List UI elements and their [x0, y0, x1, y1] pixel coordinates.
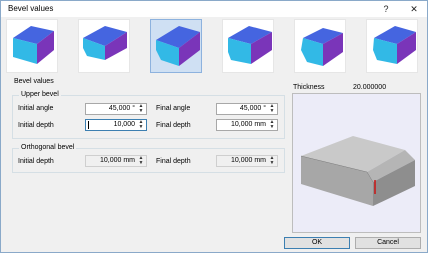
final-depth-spinbox[interactable]: 10,000 mm ▲ ▼ — [216, 119, 278, 131]
spin-down-icon[interactable]: ▼ — [269, 109, 275, 114]
ortho-final-depth-spinbox[interactable]: 10,000 mm ▲ ▼ — [216, 155, 278, 167]
spinner-arrows[interactable]: ▲ ▼ — [137, 104, 145, 114]
final-depth-label: Final depth — [156, 122, 191, 129]
spin-down-icon[interactable]: ▼ — [269, 125, 275, 130]
spinner-arrows[interactable]: ▲ ▼ — [268, 156, 276, 166]
initial-depth-label: Initial depth — [18, 122, 54, 129]
upper-bevel-title: Upper bevel — [19, 91, 61, 98]
window-title: Bevel values — [8, 4, 54, 13]
ok-button[interactable]: OK — [284, 237, 350, 249]
spinner-arrows[interactable]: ▲ ▼ — [137, 120, 145, 130]
spinner-arrows[interactable]: ▲ ▼ — [137, 156, 145, 166]
bevel-type-4-button[interactable] — [222, 19, 274, 73]
bevel-type-1-button[interactable] — [6, 19, 58, 73]
spin-down-icon[interactable]: ▼ — [138, 109, 144, 114]
final-angle-label: Final angle — [156, 105, 191, 112]
ortho-final-depth-label: Final depth — [156, 158, 191, 165]
orthogonal-bevel-title: Orthogonal bevel — [19, 144, 77, 151]
title-bar: Bevel values ? ✕ — [1, 1, 427, 17]
bevel-type-5-button[interactable] — [294, 19, 346, 73]
bevel-shape-2-icon — [83, 26, 127, 60]
bevel-values-label: Bevel values — [14, 78, 54, 85]
ortho-initial-depth-value: 10,000 mm — [99, 157, 135, 164]
ortho-final-depth-value: 10,000 mm — [230, 157, 266, 164]
bevel-type-selector — [6, 19, 424, 75]
ortho-initial-depth-spinbox[interactable]: 10,000 mm ▲ ▼ — [85, 155, 147, 167]
cancel-button[interactable]: Cancel — [355, 237, 421, 249]
bevel-type-6-button[interactable] — [366, 19, 418, 73]
spinner-arrows[interactable]: ▲ ▼ — [268, 104, 276, 114]
initial-angle-spinbox[interactable]: 45,000 ° ▲ ▼ — [85, 103, 147, 115]
spin-down-icon[interactable]: ▼ — [138, 161, 144, 166]
spin-down-icon[interactable]: ▼ — [269, 161, 275, 166]
thickness-value: 20.000000 — [353, 84, 387, 91]
upper-bevel-group: Upper bevel — [12, 91, 285, 139]
text-caret — [88, 121, 89, 129]
ortho-initial-depth-label: Initial depth — [18, 158, 54, 165]
bevel-shape-1-icon — [13, 26, 54, 64]
final-angle-spinbox[interactable]: 45,000 ° ▲ ▼ — [216, 103, 278, 115]
spin-down-icon[interactable]: ▼ — [138, 125, 144, 130]
thickness-label: Thickness — [293, 84, 325, 91]
bevel-shape-3-icon — [156, 26, 200, 66]
bevel-preview-viewport[interactable] — [292, 93, 421, 233]
bevel-type-2-button[interactable] — [78, 19, 130, 73]
initial-depth-value: 10,000 — [113, 121, 135, 128]
initial-angle-value: 45,000 ° — [108, 105, 135, 112]
help-button[interactable]: ? — [379, 3, 393, 15]
close-button[interactable]: ✕ — [407, 3, 421, 15]
initial-depth-spinbox[interactable]: 10,000 ▲ ▼ — [85, 119, 147, 131]
bevel-block-preview-icon — [300, 136, 415, 206]
spinner-arrows[interactable]: ▲ ▼ — [268, 120, 276, 130]
bevel-shape-5-icon — [301, 28, 343, 66]
bevel-type-3-button[interactable] — [150, 19, 202, 73]
final-angle-value: 45,000 ° — [239, 105, 266, 112]
bevel-shape-4-icon — [228, 26, 272, 64]
bevel-shape-6-icon — [373, 26, 416, 64]
initial-angle-label: Initial angle — [18, 105, 54, 112]
bevel-values-dialog: Bevel values ? ✕ Bevel values Upper beve… — [0, 0, 428, 253]
final-depth-value: 10,000 mm — [230, 121, 266, 128]
